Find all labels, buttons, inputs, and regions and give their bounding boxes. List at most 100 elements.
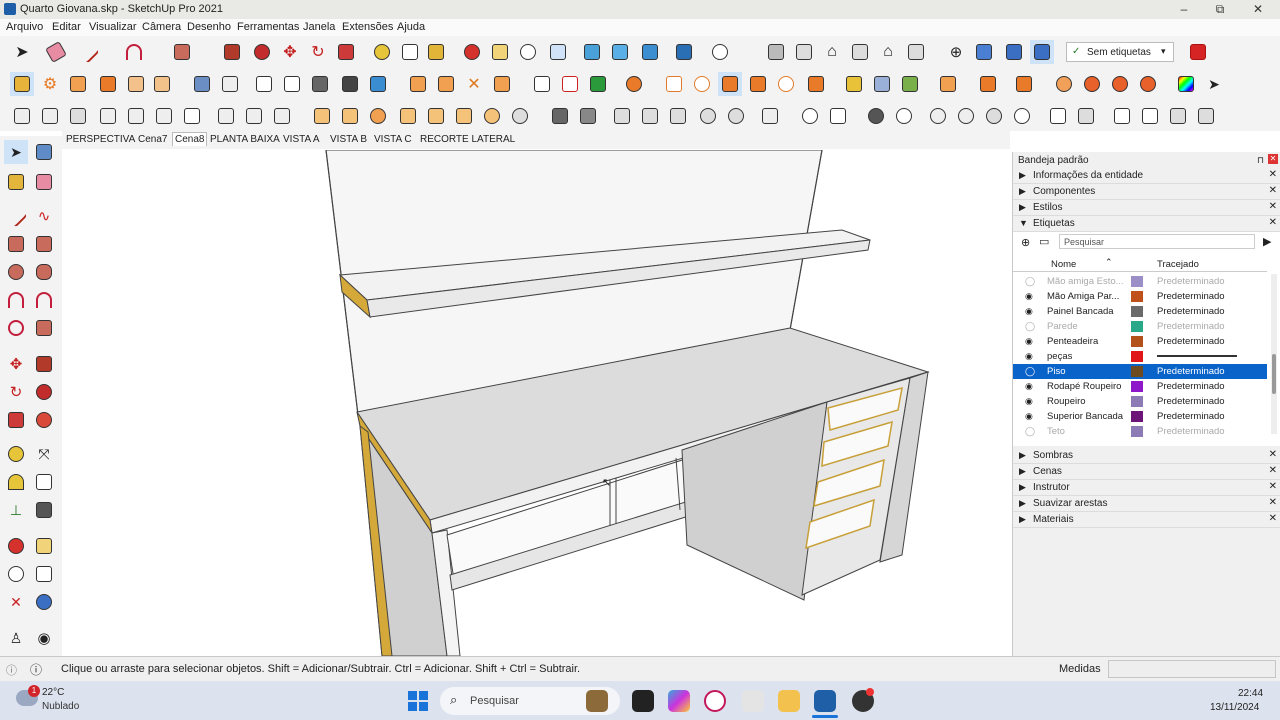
measurements-input[interactable]: [1108, 660, 1276, 678]
clock-time[interactable]: 22:44: [1238, 688, 1263, 699]
panel-styles[interactable]: ▶ Estilos ✕: [1013, 200, 1280, 216]
plugin-tool-12[interactable]: [406, 72, 430, 96]
eye-icon[interactable]: ◉: [1025, 291, 1033, 302]
windows-start-icon[interactable]: [408, 691, 428, 711]
eye-closed-icon[interactable]: ◯: [1025, 426, 1035, 437]
view-iso-button[interactable]: [764, 40, 788, 64]
eye-icon[interactable]: ◉: [1025, 306, 1033, 317]
tool-r3-6[interactable]: [152, 104, 176, 128]
tool-r3-12[interactable]: [338, 104, 362, 128]
tool-r3-31[interactable]: [926, 104, 950, 128]
rectangle-tool-button[interactable]: [4, 232, 28, 256]
plugin-tool-22[interactable]: [718, 72, 742, 96]
plugin-tool-15[interactable]: [490, 72, 514, 96]
view-top-button[interactable]: [792, 40, 816, 64]
cloud-tool-4[interactable]: [1136, 72, 1160, 96]
tag-dash[interactable]: Predeterminado: [1157, 381, 1225, 392]
column-dash-header[interactable]: Tracejado: [1157, 259, 1199, 270]
sketchup-taskbar-icon[interactable]: [814, 690, 836, 712]
tag-color-swatch[interactable]: [1131, 336, 1143, 347]
tool-r3-38[interactable]: [1138, 104, 1162, 128]
component-button[interactable]: [10, 72, 34, 96]
tool-r3-21[interactable]: [610, 104, 634, 128]
tag-row[interactable]: ◯ Teto Predeterminado: [1013, 424, 1267, 439]
cloud-tool-2[interactable]: [1080, 72, 1104, 96]
scrollbar-thumb[interactable]: [1272, 354, 1276, 394]
select-tool-button[interactable]: ➤: [10, 40, 34, 64]
tool-r3-5[interactable]: [124, 104, 148, 128]
tool-r3-29[interactable]: [864, 104, 888, 128]
hidden-line-button[interactable]: [672, 40, 696, 64]
tool-r3-34[interactable]: [1010, 104, 1034, 128]
eraser-tool-button[interactable]: [44, 40, 68, 64]
plugin-tool-29[interactable]: [936, 72, 960, 96]
details-arrow-icon[interactable]: ▶: [1263, 235, 1271, 248]
plugin-tool-19[interactable]: [622, 72, 646, 96]
back-edges-button[interactable]: [608, 40, 632, 64]
make-component-button[interactable]: [32, 140, 56, 164]
scene-tab-perspectiva[interactable]: PERSPECTIVA: [66, 134, 135, 145]
tag-dash[interactable]: Predeterminado: [1157, 336, 1225, 347]
tool-r3-25[interactable]: [724, 104, 748, 128]
cloud-tool-3[interactable]: [1108, 72, 1132, 96]
tag-dash[interactable]: Predeterminado: [1157, 276, 1225, 287]
follow-me-button[interactable]: [250, 40, 274, 64]
plugin-tool-13[interactable]: [434, 72, 458, 96]
tool-r3-15[interactable]: [424, 104, 448, 128]
arc-3pt-button[interactable]: [4, 316, 28, 340]
orbit-button[interactable]: [460, 40, 484, 64]
circle-tool-button[interactable]: [4, 260, 28, 284]
eye-icon[interactable]: ◉: [1025, 396, 1033, 407]
plugin-tool-31[interactable]: [1012, 72, 1036, 96]
tool-r3-9[interactable]: [242, 104, 266, 128]
plugin-tool-26[interactable]: [842, 72, 866, 96]
scene-tab-cena7[interactable]: Cena7: [138, 134, 167, 145]
menu-ajuda[interactable]: Ajuda: [397, 21, 425, 33]
close-icon[interactable]: ✕: [1269, 449, 1277, 460]
tool-r3-10[interactable]: [270, 104, 294, 128]
tool-r3-20[interactable]: [576, 104, 600, 128]
zoom-window-button[interactable]: [32, 562, 56, 586]
tag-row[interactable]: ◉ peças: [1013, 349, 1267, 364]
panel-tags[interactable]: ▼ Etiquetas ✕: [1013, 216, 1280, 232]
tag-dash[interactable]: Predeterminado: [1157, 321, 1225, 332]
pie-button[interactable]: [32, 316, 56, 340]
user-account-button[interactable]: [708, 40, 732, 64]
tool-r3-3[interactable]: [66, 104, 90, 128]
scene-tab-planta-baixa[interactable]: PLANTA BAIXA: [210, 134, 280, 145]
pin-icon[interactable]: ⊓: [1257, 155, 1264, 166]
tool-r3-22[interactable]: [638, 104, 662, 128]
tool-r3-17[interactable]: [480, 104, 504, 128]
task-view-icon[interactable]: [632, 690, 654, 712]
tool-r3-8[interactable]: [214, 104, 238, 128]
panel-entity-info[interactable]: ▶ Informações da entidade ✕: [1013, 168, 1280, 184]
rotated-rect-button[interactable]: [32, 232, 56, 256]
scale-tool-button[interactable]: [4, 408, 28, 432]
eye-closed-icon[interactable]: ◯: [1025, 321, 1035, 332]
menu-visualizar[interactable]: Visualizar: [89, 21, 137, 33]
tool-r3-23[interactable]: [666, 104, 690, 128]
tag-dash[interactable]: Predeterminado: [1157, 291, 1225, 302]
tool-r3-24[interactable]: [696, 104, 720, 128]
menu-arquivo[interactable]: Arquivo: [6, 21, 43, 33]
tag-color-swatch[interactable]: [1131, 321, 1143, 332]
scene-tab-vista-a[interactable]: VISTA A: [283, 134, 320, 145]
rotate-tool-button[interactable]: ↻: [4, 380, 28, 404]
panel-instructor[interactable]: ▶ Instrutor ✕: [1013, 480, 1280, 496]
plugin-tool-7[interactable]: [252, 72, 276, 96]
panel-soften-edges[interactable]: ▶ Suavizar arestas ✕: [1013, 496, 1280, 512]
color-picker-button[interactable]: [1174, 72, 1198, 96]
section-plane-button[interactable]: ⊕: [944, 40, 968, 64]
tool-r3-36[interactable]: [1074, 104, 1098, 128]
push-pull-button[interactable]: [220, 40, 244, 64]
section-cut-button[interactable]: [1002, 40, 1026, 64]
menu-ferramentas[interactable]: Ferramentas: [237, 21, 299, 33]
plugin-tool-30[interactable]: [976, 72, 1000, 96]
geo-location-icon[interactable]: ⓘ: [6, 662, 17, 678]
tag-color-swatch[interactable]: [1131, 396, 1143, 407]
tool-r3-37[interactable]: [1110, 104, 1134, 128]
move-tool-button[interactable]: ✥: [278, 40, 302, 64]
plugin-tool-8[interactable]: [280, 72, 304, 96]
plugin-tool-17[interactable]: [558, 72, 582, 96]
plugin-tool-25[interactable]: [804, 72, 828, 96]
